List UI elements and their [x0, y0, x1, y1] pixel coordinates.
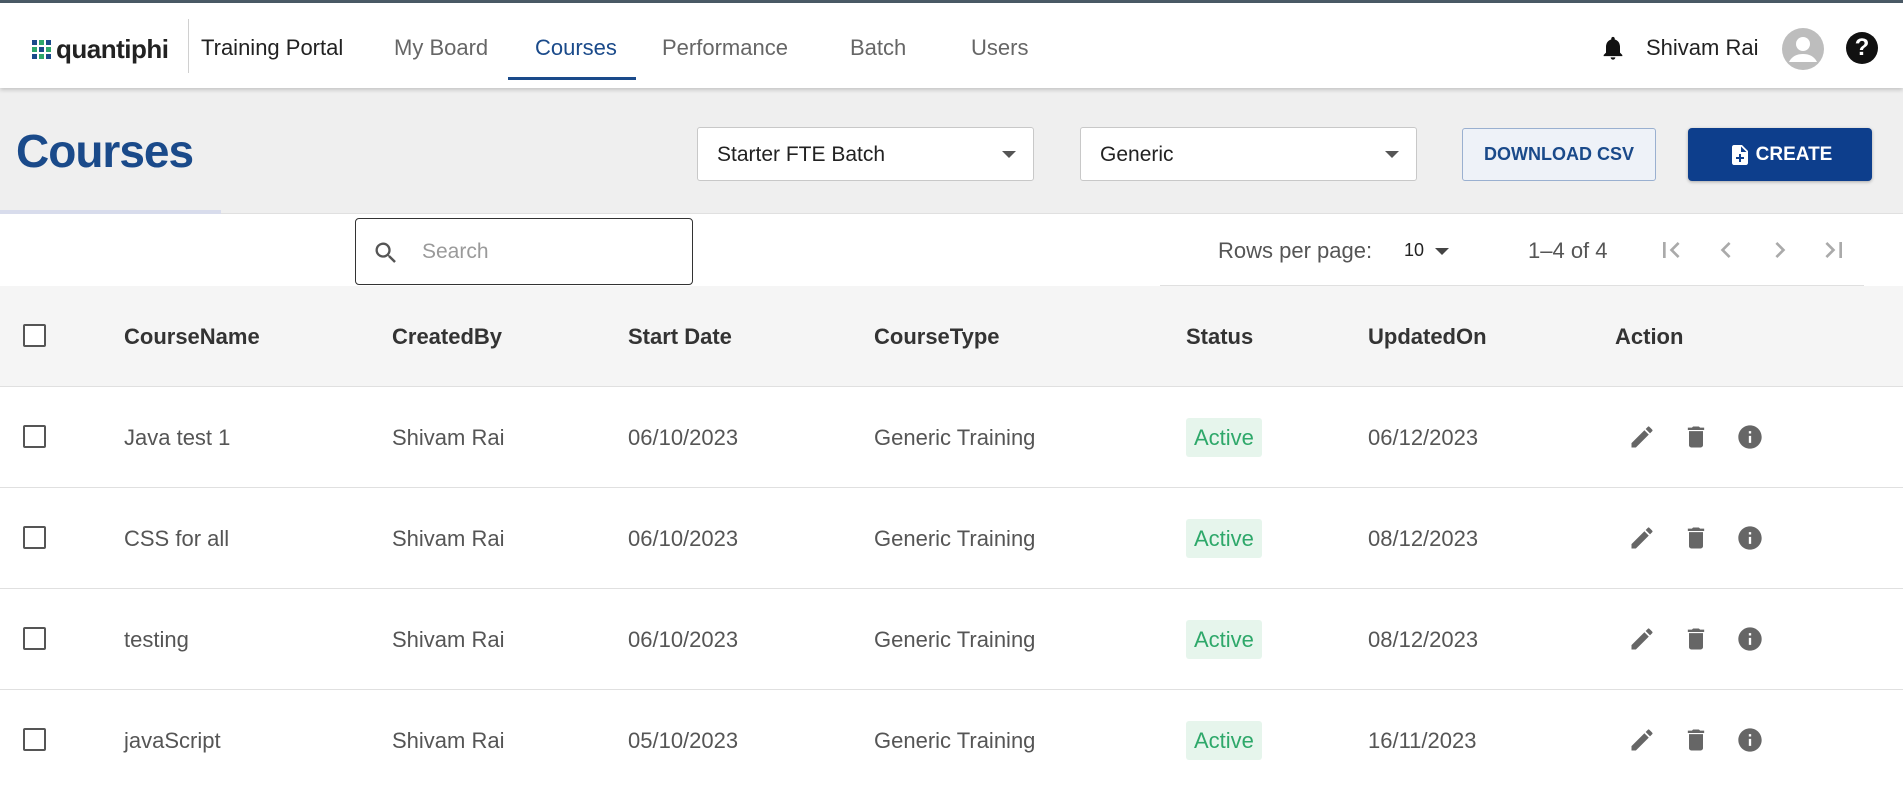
- title-underline: [0, 210, 221, 214]
- course-type-select[interactable]: Generic: [1080, 127, 1417, 181]
- table-row[interactable]: CSS for all Shivam Rai 06/10/2023 Generi…: [0, 488, 1903, 589]
- search-box[interactable]: [355, 218, 693, 285]
- course-type-select-value: Generic: [1100, 143, 1174, 166]
- logo-text: quantiphi: [56, 34, 169, 64]
- delete-icon[interactable]: [1682, 625, 1710, 653]
- cell-start-date: 06/10/2023: [628, 526, 739, 551]
- row-checkbox[interactable]: [23, 425, 46, 448]
- cell-updated-on: 06/12/2023: [1368, 425, 1479, 450]
- edit-icon[interactable]: [1628, 423, 1656, 451]
- info-icon[interactable]: [1736, 625, 1764, 653]
- logo-mark-icon: [32, 40, 51, 59]
- cell-course-name: Java test 1: [124, 425, 231, 450]
- nav-courses[interactable]: Courses: [535, 35, 617, 61]
- active-tab-indicator: [508, 77, 636, 80]
- download-csv-button[interactable]: DOWNLOAD CSV: [1462, 128, 1656, 181]
- status-badge: Active: [1186, 620, 1262, 659]
- user-name[interactable]: Shivam Rai: [1646, 35, 1758, 61]
- row-checkbox[interactable]: [23, 728, 46, 751]
- add-file-icon: [1731, 144, 1748, 165]
- cell-updated-on: 08/12/2023: [1368, 526, 1479, 551]
- edit-icon[interactable]: [1628, 726, 1656, 754]
- batch-select[interactable]: Starter FTE Batch: [697, 127, 1034, 181]
- cell-updated-on: 16/11/2023: [1368, 728, 1477, 753]
- cell-course-type: Generic Training: [874, 728, 1036, 753]
- cell-course-name: CSS for all: [124, 526, 230, 551]
- chevron-down-icon: [1002, 151, 1016, 158]
- select-all-checkbox[interactable]: [23, 324, 46, 347]
- logo-divider: [188, 19, 189, 73]
- rows-per-page-select[interactable]: 10: [1404, 240, 1424, 261]
- status-badge: Active: [1186, 519, 1262, 558]
- info-icon[interactable]: [1736, 726, 1764, 754]
- column-header-coursetype[interactable]: CourseType: [874, 324, 1000, 350]
- column-header-updatedon[interactable]: UpdatedOn: [1368, 324, 1487, 350]
- cell-start-date: 06/10/2023: [628, 627, 739, 652]
- column-header-status[interactable]: Status: [1186, 324, 1253, 350]
- cell-course-name: testing: [124, 627, 189, 652]
- column-header-createdby[interactable]: CreatedBy: [392, 324, 502, 350]
- prev-page-icon[interactable]: [1710, 234, 1742, 266]
- nav-users[interactable]: Users: [971, 35, 1028, 61]
- app-name: Training Portal: [201, 35, 344, 60]
- batch-select-value: Starter FTE Batch: [717, 143, 886, 166]
- table-row[interactable]: javaScript Shivam Rai 05/10/2023 Generic…: [0, 690, 1903, 791]
- rows-per-page-label: Rows per page:: [1218, 238, 1373, 263]
- edit-icon[interactable]: [1628, 524, 1656, 552]
- chevron-down-icon: [1385, 151, 1399, 158]
- page-title: Courses: [16, 125, 194, 177]
- cell-created-by: Shivam Rai: [392, 425, 505, 450]
- cell-created-by: Shivam Rai: [392, 526, 505, 551]
- row-checkbox[interactable]: [23, 627, 46, 650]
- account-circle-icon[interactable]: [1782, 28, 1824, 70]
- cell-start-date: 06/10/2023: [628, 425, 739, 450]
- column-header-action: Action: [1615, 324, 1684, 349]
- table-row[interactable]: Java test 1 Shivam Rai 06/10/2023 Generi…: [0, 387, 1903, 488]
- bell-icon[interactable]: [1599, 32, 1627, 64]
- chevron-down-icon[interactable]: [1435, 248, 1449, 255]
- nav-batch[interactable]: Batch: [850, 35, 906, 61]
- delete-icon[interactable]: [1682, 726, 1710, 754]
- column-header-coursename[interactable]: CourseName: [124, 324, 260, 350]
- info-icon[interactable]: [1736, 423, 1764, 451]
- status-badge: Active: [1186, 721, 1262, 760]
- delete-icon[interactable]: [1682, 524, 1710, 552]
- table-row[interactable]: testing Shivam Rai 06/10/2023 Generic Tr…: [0, 589, 1903, 690]
- status-badge: Active: [1186, 418, 1262, 457]
- cell-course-type: Generic Training: [874, 526, 1036, 551]
- first-page-icon[interactable]: [1655, 234, 1687, 266]
- pagination-range: 1–4 of 4: [1528, 238, 1608, 263]
- cell-start-date: 05/10/2023: [628, 728, 739, 753]
- top-navbar: quantiphi Training Portal My Board Cours…: [0, 3, 1903, 88]
- nav-performance[interactable]: Performance: [662, 35, 788, 61]
- cell-course-type: Generic Training: [874, 425, 1036, 450]
- cell-created-by: Shivam Rai: [392, 728, 505, 753]
- cell-course-name: javaScript: [124, 728, 221, 753]
- info-icon[interactable]: [1736, 524, 1764, 552]
- row-checkbox[interactable]: [23, 526, 46, 549]
- brand-logo[interactable]: quantiphi: [32, 34, 169, 65]
- table-header-row: CourseName CreatedBy Start Date CourseTy…: [0, 286, 1903, 387]
- next-page-icon[interactable]: [1764, 234, 1796, 266]
- delete-icon[interactable]: [1682, 423, 1710, 451]
- create-button-label: CREATE: [1755, 143, 1833, 165]
- search-input[interactable]: [422, 237, 672, 267]
- edit-icon[interactable]: [1628, 625, 1656, 653]
- last-page-icon[interactable]: [1818, 234, 1850, 266]
- help-icon[interactable]: ?: [1846, 32, 1878, 64]
- cell-created-by: Shivam Rai: [392, 627, 505, 652]
- nav-my-board[interactable]: My Board: [394, 35, 488, 61]
- cell-course-type: Generic Training: [874, 627, 1036, 652]
- create-button[interactable]: CREATE: [1688, 128, 1872, 181]
- cell-updated-on: 08/12/2023: [1368, 627, 1479, 652]
- column-header-start-date[interactable]: Start Date: [628, 324, 732, 350]
- search-icon: [375, 242, 396, 263]
